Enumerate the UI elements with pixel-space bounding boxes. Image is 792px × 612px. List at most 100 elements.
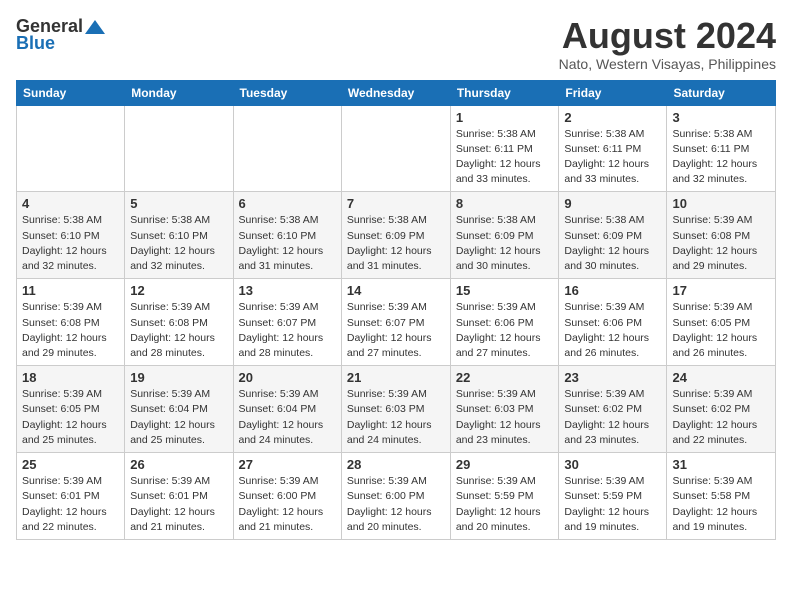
day-number: 10	[672, 196, 770, 211]
day-info: Sunrise: 5:39 AMSunset: 6:05 PMDaylight:…	[672, 300, 770, 361]
logo-icon	[85, 18, 107, 36]
day-number: 31	[672, 457, 770, 472]
day-info: Sunrise: 5:39 AMSunset: 6:04 PMDaylight:…	[130, 387, 227, 448]
day-number: 26	[130, 457, 227, 472]
day-info: Sunrise: 5:39 AMSunset: 6:06 PMDaylight:…	[456, 300, 554, 361]
calendar-cell: 12 Sunrise: 5:39 AMSunset: 6:08 PMDayligh…	[125, 279, 233, 366]
calendar-cell: 24 Sunrise: 5:39 AMSunset: 6:02 PMDayligh…	[667, 366, 776, 453]
day-info: Sunrise: 5:39 AMSunset: 6:06 PMDaylight:…	[564, 300, 661, 361]
page-header: General Blue August 2024 Nato, Western V…	[16, 16, 776, 72]
day-number: 22	[456, 370, 554, 385]
calendar-cell: 11Sunrise: 5:39 AMSunset: 6:08 PMDayligh…	[17, 279, 125, 366]
calendar-cell	[233, 105, 341, 192]
calendar-cell: 20Sunrise: 5:39 AMSunset: 6:04 PMDayligh…	[233, 366, 341, 453]
calendar-cell: 14 Sunrise: 5:39 AMSunset: 6:07 PMDayligh…	[341, 279, 450, 366]
calendar-cell: 29Sunrise: 5:39 AMSunset: 5:59 PMDayligh…	[450, 453, 559, 540]
week-row-2: 11Sunrise: 5:39 AMSunset: 6:08 PMDayligh…	[17, 279, 776, 366]
day-info: Sunrise: 5:38 AMSunset: 6:11 PMDaylight:…	[456, 127, 554, 188]
day-number: 1	[456, 110, 554, 125]
week-row-3: 18 Sunrise: 5:39 AMSunset: 6:05 PMDayligh…	[17, 366, 776, 453]
day-number: 4	[22, 196, 119, 211]
calendar-cell: 21 Sunrise: 5:39 AMSunset: 6:03 PMDayligh…	[341, 366, 450, 453]
day-number: 17	[672, 283, 770, 298]
calendar-cell: 7Sunrise: 5:38 AMSunset: 6:09 PMDaylight…	[341, 192, 450, 279]
day-info: Sunrise: 5:38 AMSunset: 6:09 PMDaylight:…	[564, 213, 661, 274]
day-number: 24	[672, 370, 770, 385]
day-number: 3	[672, 110, 770, 125]
day-number: 16	[564, 283, 661, 298]
day-info: Sunrise: 5:38 AMSunset: 6:10 PMDaylight:…	[239, 213, 336, 274]
calendar-cell	[125, 105, 233, 192]
week-row-0: 1 Sunrise: 5:38 AMSunset: 6:11 PMDaylight…	[17, 105, 776, 192]
day-number: 8	[456, 196, 554, 211]
day-number: 19	[130, 370, 227, 385]
day-info: Sunrise: 5:39 AMSunset: 5:58 PMDaylight:…	[672, 474, 770, 535]
day-number: 12	[130, 283, 227, 298]
logo-blue: Blue	[16, 33, 55, 54]
calendar-cell: 2 Sunrise: 5:38 AMSunset: 6:11 PMDaylight…	[559, 105, 667, 192]
calendar-cell: 22 Sunrise: 5:39 AMSunset: 6:03 PMDayligh…	[450, 366, 559, 453]
day-info: Sunrise: 5:38 AMSunset: 6:10 PMDaylight:…	[130, 213, 227, 274]
day-info: Sunrise: 5:39 AMSunset: 6:01 PMDaylight:…	[22, 474, 119, 535]
calendar-cell: 6 Sunrise: 5:38 AMSunset: 6:10 PMDaylight…	[233, 192, 341, 279]
day-info: Sunrise: 5:39 AMSunset: 6:00 PMDaylight:…	[347, 474, 445, 535]
day-info: Sunrise: 5:39 AMSunset: 6:00 PMDaylight:…	[239, 474, 336, 535]
calendar-cell: 9 Sunrise: 5:38 AMSunset: 6:09 PMDaylight…	[559, 192, 667, 279]
calendar-cell: 15 Sunrise: 5:39 AMSunset: 6:06 PMDayligh…	[450, 279, 559, 366]
calendar-cell: 8Sunrise: 5:38 AMSunset: 6:09 PMDaylight…	[450, 192, 559, 279]
day-info: Sunrise: 5:39 AMSunset: 6:02 PMDaylight:…	[564, 387, 661, 448]
day-number: 2	[564, 110, 661, 125]
calendar-cell: 4 Sunrise: 5:38 AMSunset: 6:10 PMDaylight…	[17, 192, 125, 279]
day-number: 9	[564, 196, 661, 211]
day-number: 7	[347, 196, 445, 211]
header-saturday: Saturday	[667, 80, 776, 105]
header-row: SundayMondayTuesdayWednesdayThursdayFrid…	[17, 80, 776, 105]
header-thursday: Thursday	[450, 80, 559, 105]
calendar-cell: 19 Sunrise: 5:39 AMSunset: 6:04 PMDayligh…	[125, 366, 233, 453]
calendar-cell	[17, 105, 125, 192]
calendar-cell: 1 Sunrise: 5:38 AMSunset: 6:11 PMDaylight…	[450, 105, 559, 192]
day-number: 21	[347, 370, 445, 385]
day-number: 18	[22, 370, 119, 385]
day-number: 15	[456, 283, 554, 298]
day-info: Sunrise: 5:39 AMSunset: 6:02 PMDaylight:…	[672, 387, 770, 448]
day-number: 25	[22, 457, 119, 472]
day-info: Sunrise: 5:39 AMSunset: 6:08 PMDaylight:…	[22, 300, 119, 361]
calendar-cell: 10Sunrise: 5:39 AMSunset: 6:08 PMDayligh…	[667, 192, 776, 279]
day-info: Sunrise: 5:38 AMSunset: 6:10 PMDaylight:…	[22, 213, 119, 274]
day-info: Sunrise: 5:39 AMSunset: 6:03 PMDaylight:…	[347, 387, 445, 448]
day-number: 5	[130, 196, 227, 211]
calendar-title: August 2024	[559, 16, 776, 56]
logo: General Blue	[16, 16, 107, 54]
header-monday: Monday	[125, 80, 233, 105]
day-info: Sunrise: 5:38 AMSunset: 6:11 PMDaylight:…	[564, 127, 661, 188]
calendar-cell: 31 Sunrise: 5:39 AMSunset: 5:58 PMDayligh…	[667, 453, 776, 540]
header-friday: Friday	[559, 80, 667, 105]
calendar-cell: 16 Sunrise: 5:39 AMSunset: 6:06 PMDayligh…	[559, 279, 667, 366]
calendar-cell: 26 Sunrise: 5:39 AMSunset: 6:01 PMDayligh…	[125, 453, 233, 540]
day-info: Sunrise: 5:38 AMSunset: 6:11 PMDaylight:…	[672, 127, 770, 188]
day-number: 14	[347, 283, 445, 298]
calendar-cell: 18 Sunrise: 5:39 AMSunset: 6:05 PMDayligh…	[17, 366, 125, 453]
calendar-cell: 5 Sunrise: 5:38 AMSunset: 6:10 PMDaylight…	[125, 192, 233, 279]
calendar-cell: 27Sunrise: 5:39 AMSunset: 6:00 PMDayligh…	[233, 453, 341, 540]
calendar-cell: 28 Sunrise: 5:39 AMSunset: 6:00 PMDayligh…	[341, 453, 450, 540]
day-info: Sunrise: 5:39 AMSunset: 6:07 PMDaylight:…	[347, 300, 445, 361]
week-row-4: 25 Sunrise: 5:39 AMSunset: 6:01 PMDayligh…	[17, 453, 776, 540]
day-number: 23	[564, 370, 661, 385]
day-info: Sunrise: 5:39 AMSunset: 6:07 PMDaylight:…	[239, 300, 336, 361]
calendar-cell: 30Sunrise: 5:39 AMSunset: 5:59 PMDayligh…	[559, 453, 667, 540]
calendar-subtitle: Nato, Western Visayas, Philippines	[559, 56, 776, 72]
day-number: 13	[239, 283, 336, 298]
day-number: 28	[347, 457, 445, 472]
day-info: Sunrise: 5:39 AMSunset: 6:01 PMDaylight:…	[130, 474, 227, 535]
day-info: Sunrise: 5:39 AMSunset: 6:05 PMDaylight:…	[22, 387, 119, 448]
day-number: 30	[564, 457, 661, 472]
header-sunday: Sunday	[17, 80, 125, 105]
day-info: Sunrise: 5:39 AMSunset: 6:08 PMDaylight:…	[130, 300, 227, 361]
day-info: Sunrise: 5:39 AMSunset: 6:03 PMDaylight:…	[456, 387, 554, 448]
calendar-table: SundayMondayTuesdayWednesdayThursdayFrid…	[16, 80, 776, 540]
day-number: 20	[239, 370, 336, 385]
calendar-cell: 13 Sunrise: 5:39 AMSunset: 6:07 PMDayligh…	[233, 279, 341, 366]
day-number: 6	[239, 196, 336, 211]
